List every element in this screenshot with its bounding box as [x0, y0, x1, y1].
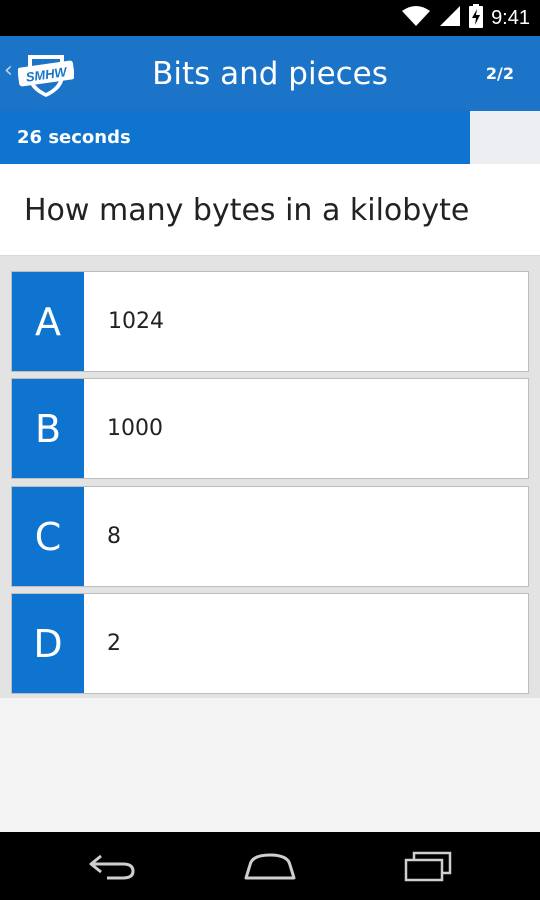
smhw-logo[interactable]: SMHW [17, 49, 75, 99]
answer-text: 1000 [107, 416, 163, 441]
answer-letter: C [12, 487, 84, 586]
timer-bar: 26 seconds [0, 111, 540, 164]
page-title: Bits and pieces [152, 55, 388, 92]
answer-text: 1024 [108, 309, 164, 334]
system-nav-bar [0, 832, 540, 900]
battery-charging-icon [469, 4, 484, 32]
answer-letter: A [12, 272, 84, 371]
recent-apps-icon[interactable] [400, 846, 456, 886]
answer-option-b[interactable]: B 1000 [11, 378, 529, 479]
answer-text: 2 [107, 631, 121, 656]
answer-letter: B [12, 379, 84, 478]
answer-option-d[interactable]: D 2 [11, 593, 529, 694]
status-time: 9:41 [491, 6, 530, 29]
wifi-icon [401, 5, 431, 31]
app-bar: ‹ SMHW Bits and pieces 2/2 [0, 36, 540, 111]
status-bar: 9:41 [0, 0, 540, 36]
status-icons: 9:41 [401, 0, 530, 36]
timer-label: 26 seconds [17, 127, 131, 148]
answer-option-a[interactable]: A 1024 [11, 271, 529, 372]
answer-text: 8 [107, 524, 121, 549]
question-panel: How many bytes in a kilobyte [0, 164, 540, 256]
signal-icon [439, 5, 461, 31]
back-icon[interactable] [84, 846, 140, 886]
question-text: How many bytes in a kilobyte [24, 192, 470, 228]
answer-list: A 1024 B 1000 C 8 D 2 [0, 256, 540, 698]
answer-option-c[interactable]: C 8 [11, 486, 529, 587]
question-counter: 2/2 [485, 64, 514, 83]
up-chevron-icon[interactable]: ‹ [4, 60, 13, 82]
home-icon[interactable] [242, 846, 298, 886]
answer-letter: D [12, 594, 84, 693]
